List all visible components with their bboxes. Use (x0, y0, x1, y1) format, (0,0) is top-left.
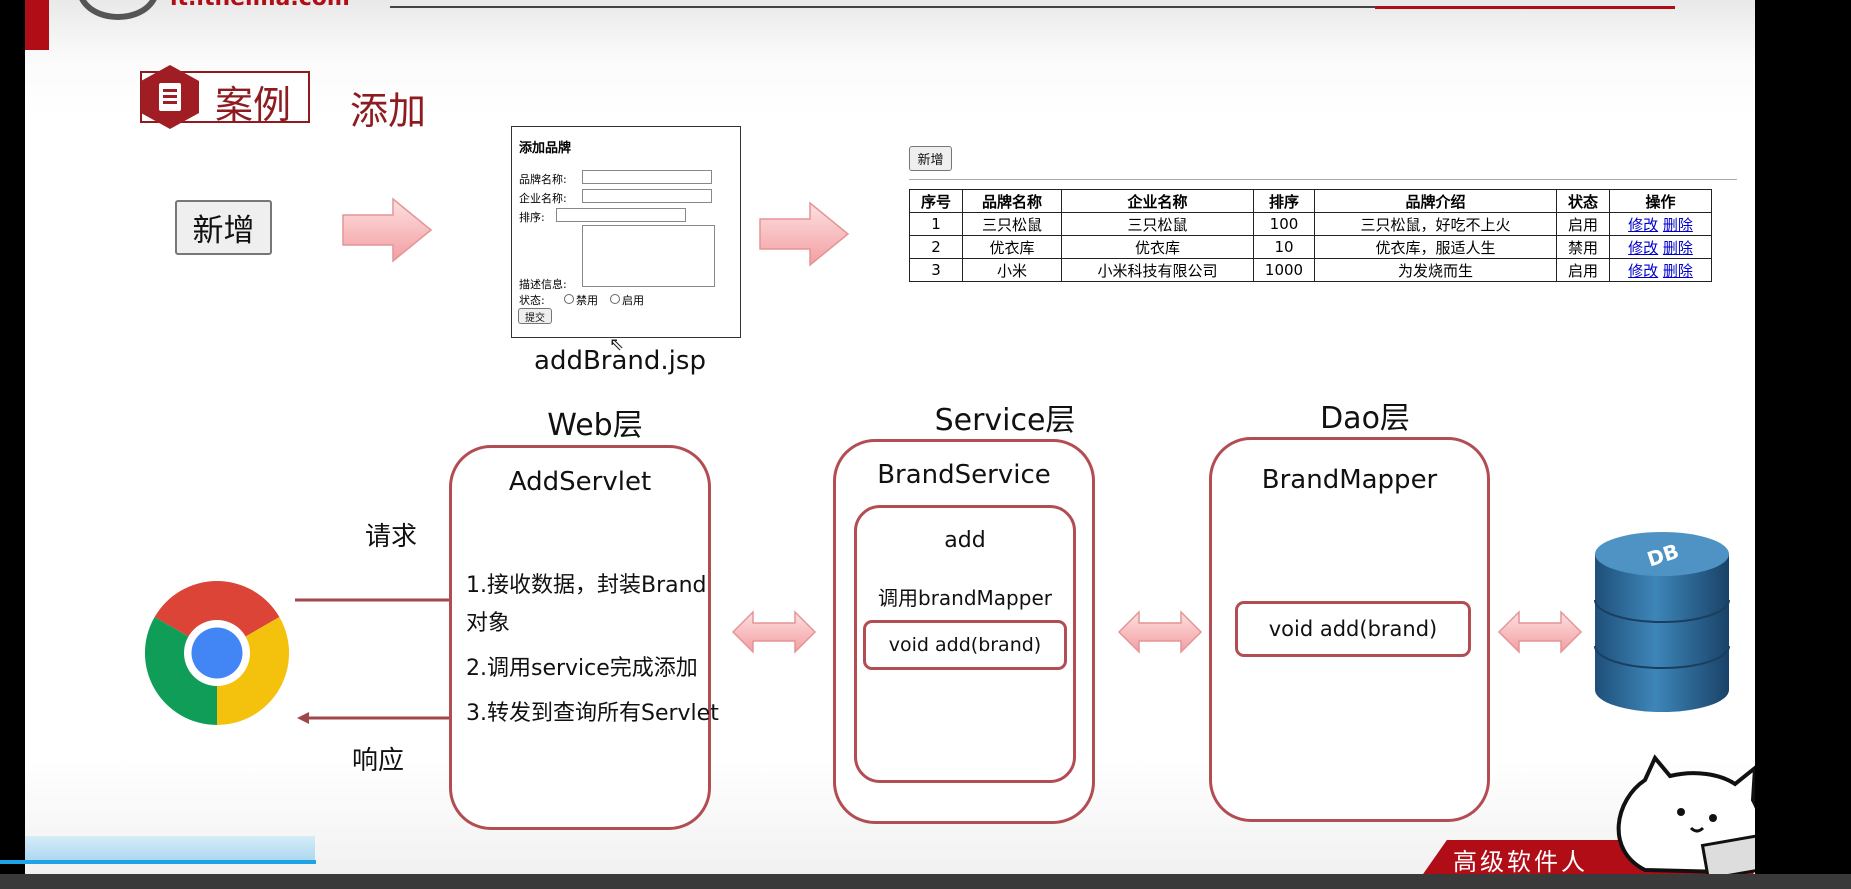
double-arrow-icon (731, 610, 817, 654)
col-header: 品牌介绍 (1314, 189, 1557, 213)
table-row: 3 小米 小米科技有限公司 1000 为发烧而生 启用 修改 删除 (909, 258, 1712, 282)
form-title: 添加品牌 (519, 141, 572, 156)
cell-desc: 为发烧而生 (1314, 258, 1557, 282)
cat-sticker-icon (1616, 754, 1755, 874)
company-name-input[interactable] (582, 189, 712, 203)
list-divider (909, 179, 1737, 180)
cell-company: 优衣库 (1061, 235, 1254, 259)
edit-link[interactable]: 修改 (1628, 216, 1658, 234)
cell-status: 禁用 (1556, 235, 1610, 259)
dao-method-box: void add(brand) (1235, 601, 1471, 657)
submit-button[interactable]: 提交 (518, 308, 552, 324)
status-enabled-label: 启用 (622, 294, 644, 307)
video-progress-fill (0, 860, 316, 864)
cell-desc: 三只松鼠，好吃不上火 (1314, 212, 1557, 236)
cell-order: 100 (1253, 212, 1315, 236)
chrome-browser-icon (144, 581, 290, 725)
cell-actions: 修改 删除 (1609, 235, 1712, 259)
col-header: 操作 (1609, 189, 1712, 213)
cell-brand: 三只松鼠 (962, 212, 1062, 236)
cell-desc: 优衣库，服适人生 (1314, 235, 1557, 259)
description-textarea[interactable] (582, 225, 715, 287)
cell-brand: 小米 (962, 258, 1062, 282)
right-arrow-icon (342, 197, 433, 263)
corner-red-block (25, 0, 49, 50)
cell-id: 3 (909, 258, 963, 282)
header-accent-line (1375, 6, 1675, 9)
brand-service-label: BrandService (877, 460, 1051, 490)
cell-id: 2 (909, 235, 963, 259)
service-method-name: add (944, 528, 986, 553)
col-header: 状态 (1556, 189, 1610, 213)
response-label: 响应 (352, 746, 405, 776)
brand-table: 序号 品牌名称 企业名称 排序 品牌介绍 状态 操作 1 三只松鼠 三只松鼠 1… (909, 189, 1712, 282)
cell-brand: 优衣库 (962, 235, 1062, 259)
col-header: 序号 (909, 189, 963, 213)
cell-order: 10 (1253, 235, 1315, 259)
table-row: 1 三只松鼠 三只松鼠 100 三只松鼠，好吃不上火 启用 修改 删除 (909, 212, 1712, 236)
web-step-3: 3.转发到查询所有Servlet (466, 701, 719, 726)
brand-mapper-label: BrandMapper (1261, 465, 1438, 495)
cell-actions: 修改 删除 (1609, 212, 1712, 236)
database-icon: DB (1594, 532, 1730, 712)
cell-company: 小米科技有限公司 (1061, 258, 1254, 282)
double-arrow-icon (1117, 610, 1203, 654)
cell-status: 启用 (1556, 258, 1610, 282)
col-header: 企业名称 (1061, 189, 1254, 213)
cell-order: 1000 (1253, 258, 1315, 282)
web-layer-box (449, 445, 711, 830)
delete-link[interactable]: 删除 (1663, 239, 1693, 257)
status-label: 状态: (519, 294, 545, 307)
web-step-2: 2.调用service完成添加 (466, 656, 698, 681)
header-line (390, 6, 1405, 8)
company-name-label: 企业名称: (519, 192, 567, 205)
cell-actions: 修改 删除 (1609, 258, 1712, 282)
col-header: 排序 (1253, 189, 1315, 213)
delete-link[interactable]: 删除 (1663, 216, 1693, 234)
delete-link[interactable]: 删除 (1663, 262, 1693, 280)
status-disabled-radio[interactable] (564, 294, 574, 304)
table-row: 2 优衣库 优衣库 10 优衣库，服适人生 禁用 修改 删除 (909, 235, 1712, 259)
add-button-large[interactable]: 新增 (175, 200, 272, 255)
logo-circle-icon (77, 0, 159, 20)
service-call-text: 调用brandMapper (878, 586, 1052, 610)
section-badge-label: 案例 (215, 83, 292, 127)
web-layer-title: Web层 (547, 408, 643, 443)
dao-layer-title: Dao层 (1320, 401, 1410, 436)
footer-banner-text: 高级软件人 (1453, 848, 1588, 874)
web-step-1-cont: 对象 (466, 611, 511, 636)
description-label: 描述信息: (519, 278, 567, 291)
video-progress-track[interactable] (0, 874, 1851, 889)
service-call-method-box: void add(brand) (863, 620, 1067, 670)
right-arrow-icon (759, 201, 850, 267)
brand-name-label: 品牌名称: (519, 173, 567, 186)
list-add-button[interactable]: 新增 (909, 146, 952, 171)
double-arrow-icon (1497, 610, 1583, 654)
form-caption: addBrand.jsp (534, 346, 706, 376)
web-step-1: 1.接收数据，封装Brand (466, 573, 707, 598)
order-input[interactable] (556, 208, 686, 222)
table-header-row: 序号 品牌名称 企业名称 排序 品牌介绍 状态 操作 (909, 189, 1712, 213)
section-title: 添加 (350, 89, 427, 133)
service-layer-title: Service层 (934, 403, 1076, 438)
cell-id: 1 (909, 212, 963, 236)
status-disabled-label: 禁用 (576, 294, 598, 307)
slide: it.itheima.com 案例 添加 新增 添加品牌 品牌名称: 企业名称:… (25, 0, 1755, 874)
status-enabled-radio[interactable] (610, 294, 620, 304)
cell-company: 三只松鼠 (1061, 212, 1254, 236)
edit-link[interactable]: 修改 (1628, 262, 1658, 280)
order-label: 排序: (519, 211, 545, 224)
add-servlet-label: AddServlet (508, 467, 652, 497)
document-icon (141, 65, 199, 129)
add-brand-form: 添加品牌 品牌名称: 企业名称: 排序: 描述信息: 状态: 禁用 启用 提交 (511, 126, 741, 338)
brand-name-input[interactable] (582, 170, 712, 184)
site-url-text: it.itheima.com (170, 0, 350, 11)
col-header: 品牌名称 (962, 189, 1062, 213)
edit-link[interactable]: 修改 (1628, 239, 1658, 257)
request-label: 请求 (365, 522, 418, 552)
cell-status: 启用 (1556, 212, 1610, 236)
